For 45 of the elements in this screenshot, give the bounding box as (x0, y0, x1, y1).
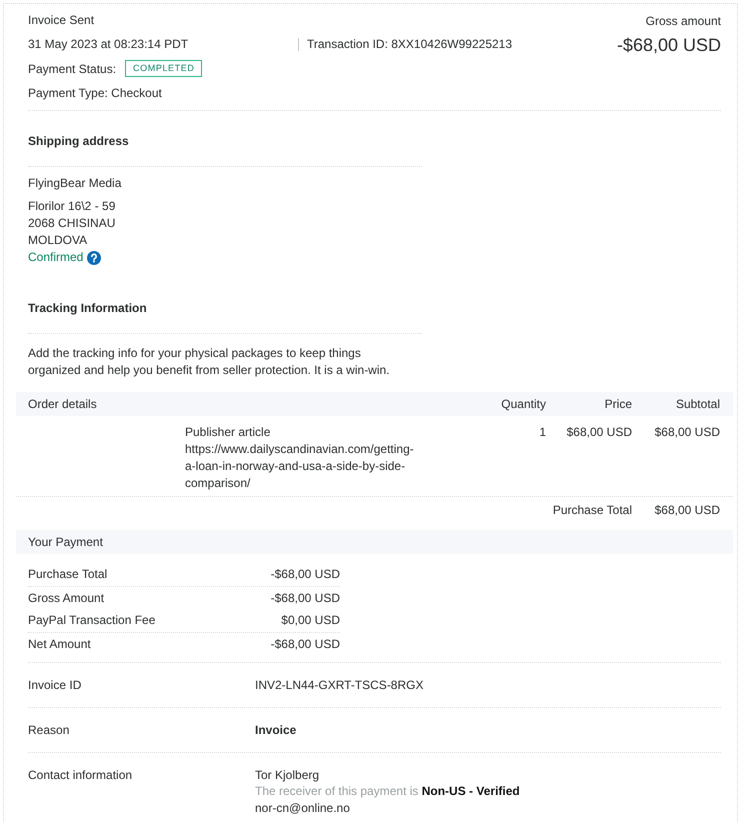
item-subtotal: $68,00 USD (654, 424, 720, 441)
contact-email: nor-cn@online.no (255, 800, 351, 816)
contact-name: Tor Kjolberg (255, 767, 320, 783)
payment-type: Payment Type: Checkout (28, 85, 163, 101)
payment-value: -$68,00 USD (270, 590, 340, 606)
address-line: Florilor 16\2 - 59 (28, 198, 116, 215)
detail-value: INV2-LN44-GXRT-TSCS-8RGX (255, 677, 424, 693)
section-title: Your Payment (28, 534, 104, 550)
detail-label: Contact information (28, 767, 134, 784)
payment-value: -$68,00 USD (270, 566, 340, 582)
status-badge: COMPLETED (125, 60, 202, 77)
payment-label: Gross Amount (28, 590, 104, 606)
payment-status-label: Payment Status: (28, 60, 116, 76)
address-status: Confirmed (28, 249, 84, 266)
purchase-total-label: Purchase Total (552, 502, 632, 519)
gross-amount-label: Gross amount (646, 13, 721, 29)
payment-label: PayPal Transaction Fee (28, 612, 156, 628)
invoice-title: Invoice Sent (28, 12, 96, 28)
verification-note: The receiver of this payment is Non-US - Verified (255, 783, 521, 800)
gross-amount: -$68,00 USD (616, 34, 721, 56)
payment-value: $0,00 USD (281, 612, 340, 628)
payment-value: -$68,00 USD (270, 636, 340, 652)
address-line: 2068 CHISINAU (28, 215, 116, 232)
section-heading: Shipping address (28, 133, 130, 149)
payment-label: Net Amount (28, 636, 91, 652)
purchase-total-value: $68,00 USD (654, 502, 720, 519)
item-quantity: 1 (539, 424, 546, 441)
item-price: $68,00 USD (566, 424, 632, 441)
item-name: Publisher article (185, 424, 272, 441)
column-header: Price (604, 396, 632, 412)
column-header: Quantity (501, 396, 546, 412)
column-header: Subtotal (676, 396, 720, 412)
transaction-id: Transaction ID: 8XX10426W99225213 (307, 36, 512, 52)
help-icon[interactable] (87, 250, 102, 264)
section-heading: Tracking Information (28, 300, 148, 316)
recipient-name: FlyingBear Media (28, 175, 122, 192)
detail-label: Invoice ID (28, 677, 82, 693)
payment-label: Purchase Total (28, 566, 108, 582)
item-description: https://www.dailyscandinavian.com/getting-a-loan-in-norway-and-usa-a-side-by-side-comparison/ (185, 441, 415, 492)
detail-value: Invoice (255, 722, 298, 738)
column-header: Order details (28, 396, 98, 412)
detail-label: Reason (28, 722, 70, 738)
address-line: MOLDOVA (28, 232, 88, 249)
tracking-description: Add the tracking info for your physical packages to keep things organized and help you benefit from seller protection. It is a win-win. (28, 345, 391, 379)
transaction-date: 31 May 2023 at 08:23:14 PDT (28, 36, 190, 52)
